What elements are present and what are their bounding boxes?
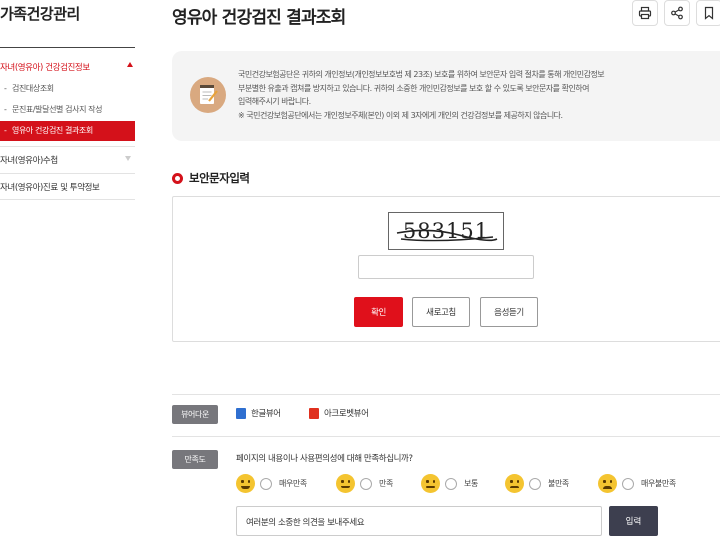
sidebar-item-questionnaire[interactable]: - 문진표/발달선별 검사지 작성	[0, 104, 135, 115]
divider	[172, 436, 720, 437]
opinion-input[interactable]: 여러분의 소중한 의견을 보내주세요	[236, 506, 602, 536]
sidebar-item-label: 영유아 건강검진 결과조회	[12, 126, 93, 135]
radio-button[interactable]	[360, 477, 372, 490]
notepad-icon	[190, 77, 226, 113]
captcha-input[interactable]	[358, 255, 534, 279]
chevron-up-icon	[127, 62, 133, 67]
divider	[172, 394, 720, 395]
rating-option-satisfied[interactable]: 만족	[336, 474, 393, 493]
rating-option-neutral[interactable]: 보통	[421, 474, 478, 493]
sidebar-section-label: 자녀(영유아)진료 및 투약정보	[0, 183, 100, 193]
satisfaction-chip: 만족도	[172, 450, 218, 469]
dash-icon: -	[4, 105, 7, 114]
share-button[interactable]	[664, 0, 690, 26]
sidebar-section-handbook[interactable]: 자녀(영유아)수첩	[0, 154, 135, 166]
confirm-button[interactable]: 확인	[354, 297, 403, 327]
security-heading-label: 보안문자입력	[189, 171, 250, 185]
radio-button[interactable]	[529, 477, 541, 490]
notice-line: ※ 국민건강보험공단에서는 개인정보주체(본인) 이외 제 3자에게 개인의 건…	[238, 110, 563, 120]
submit-button[interactable]: 입력	[609, 506, 658, 536]
refresh-button[interactable]: 새로고침	[412, 297, 470, 327]
sidebar-item-label: 문진표/발달선별 검사지 작성	[12, 105, 103, 114]
rating-label: 불만족	[548, 479, 569, 488]
sidebar-section-checkup-info[interactable]: 자녀(영유아) 건강검진정보	[0, 61, 135, 73]
notice-text: 국민건강보험공단은 귀하의 개인정보(개인정보보호법 제 23조) 보호를 위하…	[238, 68, 708, 122]
sidebar-divider	[0, 47, 135, 48]
acrobat-viewer-link[interactable]: 아크로벳뷰어	[309, 407, 369, 419]
rating-option-very-dissatisfied[interactable]: 매우불만족	[598, 474, 676, 493]
very-happy-face-icon	[236, 474, 255, 493]
neutral-face-icon	[421, 474, 440, 493]
sad-face-icon	[505, 474, 524, 493]
hangul-viewer-label: 한글뷰어	[251, 409, 281, 419]
hangul-viewer-link[interactable]: 한글뷰어	[236, 407, 281, 419]
page: 가족건강관리 자녀(영유아) 건강검진정보 - 검진대상조회 - 문진표/발달선별 …	[0, 0, 720, 546]
notice-box: 국민건강보험공단은 귀하의 개인정보(개인정보보호법 제 23조) 보호를 위하…	[172, 51, 720, 141]
viewer-chip: 뷰어다운	[172, 405, 218, 424]
sidebar-section-label: 자녀(영유아) 건강검진정보	[0, 63, 90, 73]
sidebar-item-result-lookup[interactable]: - 영유아 건강검진 결과조회	[0, 121, 135, 141]
security-heading: 보안문자입력	[172, 170, 250, 186]
rating-label: 매우만족	[279, 479, 307, 488]
rating-label: 보통	[464, 479, 478, 488]
sidebar-item-label: 검진대상조회	[12, 84, 54, 93]
sidebar-title: 가족건강관리	[0, 5, 80, 23]
print-icon	[638, 6, 652, 20]
bookmark-button[interactable]	[696, 0, 720, 26]
pdf-icon	[309, 407, 319, 419]
captcha-image: 583151	[388, 212, 504, 250]
radio-button[interactable]	[622, 477, 634, 490]
captcha-noise	[396, 229, 498, 242]
sidebar-section-treatment[interactable]: 자녀(영유아)진료 및 투약정보	[0, 181, 135, 193]
rating-option-very-satisfied[interactable]: 매우만족	[236, 474, 307, 493]
notice-line: 국민건강보험공단은 귀하의 개인정보(개인정보보호법 제 23조) 보호를 위하…	[238, 70, 605, 79]
acrobat-viewer-label: 아크로벳뷰어	[324, 409, 369, 419]
dash-icon: -	[4, 126, 7, 135]
radio-button[interactable]	[260, 477, 272, 490]
notice-line: 부분별한 유출과 캡쳐를 방지하고 있습니다. 귀하의 소중한 개인민감정보를 …	[238, 83, 590, 93]
page-title: 영유아 건강검진 결과조회	[172, 8, 346, 28]
share-icon	[671, 6, 683, 20]
happy-face-icon	[336, 474, 355, 493]
bookmark-icon	[704, 6, 714, 20]
rating-label: 매우불만족	[641, 479, 676, 488]
audio-button[interactable]: 음성듣기	[480, 297, 538, 327]
bullet-icon	[172, 172, 183, 184]
print-button[interactable]	[632, 0, 658, 26]
dash-icon: -	[4, 84, 7, 93]
satisfaction-question: 페이지의 내용이나 사용편의성에 대해 만족하십니까?	[236, 454, 413, 464]
hangul-icon	[236, 407, 246, 419]
chevron-down-icon	[125, 156, 131, 161]
rating-label: 만족	[379, 479, 393, 488]
sidebar-section-label: 자녀(영유아)수첩	[0, 156, 58, 166]
sidebar-divider	[0, 173, 135, 174]
radio-button[interactable]	[445, 477, 457, 490]
sidebar-divider	[0, 146, 135, 147]
notice-line: 입력해주시기 바랍니다.	[238, 97, 311, 106]
sidebar-item-target-lookup[interactable]: - 검진대상조회	[0, 83, 135, 94]
sidebar-divider	[0, 199, 135, 200]
rating-option-dissatisfied[interactable]: 불만족	[505, 474, 569, 493]
very-sad-face-icon	[598, 474, 617, 493]
